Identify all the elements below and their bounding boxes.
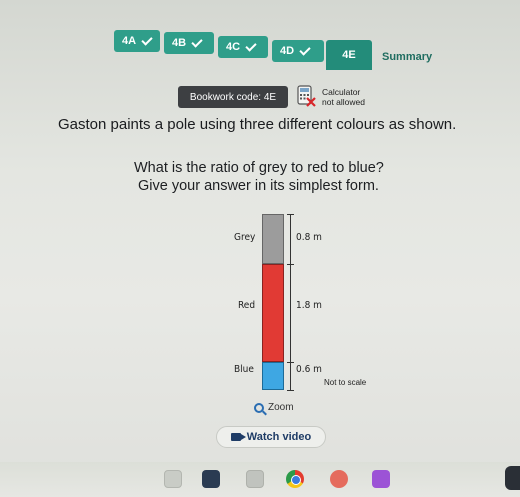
blue-segment — [262, 362, 284, 390]
calculator-line1: Calculator — [322, 87, 361, 97]
zoom-label: Zoom — [268, 402, 294, 413]
tab-4b[interactable]: 4B — [164, 32, 214, 54]
question-prompt: What is the ratio of grey to red to blue… — [134, 160, 384, 176]
tab-label: 4B — [172, 37, 187, 49]
check-icon — [245, 39, 257, 52]
grey-label: Grey — [234, 232, 256, 243]
tab-label: 4D — [280, 45, 295, 57]
grey-length: 0.8 m — [296, 232, 322, 243]
tab-label: 4E — [342, 49, 356, 61]
check-icon — [299, 43, 311, 56]
calculator-line2: not allowed — [322, 97, 366, 107]
calculator-not-allowed-icon — [297, 85, 316, 107]
grey-segment — [262, 214, 284, 264]
tab-summary[interactable]: Summary — [374, 46, 454, 68]
watch-video-label: Watch video — [246, 431, 312, 443]
tab-label: 4A — [122, 35, 137, 47]
question-instruction: Give your answer in its simplest form. — [138, 178, 379, 194]
dimension-tick — [287, 362, 294, 363]
tab-label: Summary — [382, 51, 433, 63]
check-icon — [141, 33, 153, 46]
app-icon[interactable] — [372, 470, 390, 488]
calculator-status: Calculator not allowed — [322, 87, 365, 107]
files-icon[interactable] — [246, 470, 264, 488]
tab-4e[interactable]: 4E — [326, 40, 372, 70]
tab-4d[interactable]: 4D — [272, 40, 324, 62]
dimension-tick — [287, 264, 294, 265]
check-icon — [191, 35, 203, 48]
blue-label: Blue — [234, 364, 254, 375]
red-segment — [262, 264, 284, 362]
not-to-scale-note: Not to scale — [324, 378, 367, 387]
dimension-tick — [287, 390, 294, 391]
chrome-icon[interactable] — [286, 470, 304, 488]
magnifier-icon — [254, 402, 264, 413]
app-icon[interactable] — [330, 470, 348, 488]
red-length: 1.8 m — [296, 300, 322, 311]
tab-4c[interactable]: 4C — [218, 36, 268, 58]
status-tray[interactable] — [505, 466, 520, 490]
blue-length: 0.6 m — [296, 364, 322, 375]
video-camera-icon — [230, 433, 246, 441]
zoom-button[interactable]: Zoom — [254, 402, 294, 413]
dimension-line — [290, 214, 291, 390]
app-icon[interactable] — [164, 470, 182, 488]
question-text: Gaston paints a pole using three differe… — [58, 116, 457, 133]
tab-4a[interactable]: 4A — [114, 30, 160, 52]
watch-video-button[interactable]: Watch video — [216, 426, 326, 448]
dimension-tick — [287, 214, 294, 215]
tab-bar: 4A 4B 4C 4D 4E Summary — [108, 28, 448, 86]
red-label: Red — [238, 300, 256, 311]
pole-diagram: Grey 0.8 m Red 1.8 m Blue 0.6 m Not to s… — [220, 206, 380, 396]
page: 4A 4B 4C 4D 4E Summary Bookwork code: 4E — [0, 0, 520, 497]
app-icon[interactable] — [202, 470, 220, 488]
bookwork-code-badge: Bookwork code: 4E — [178, 86, 288, 108]
bookwork-label: Bookwork code: 4E — [189, 91, 277, 103]
tab-label: 4C — [226, 41, 241, 53]
